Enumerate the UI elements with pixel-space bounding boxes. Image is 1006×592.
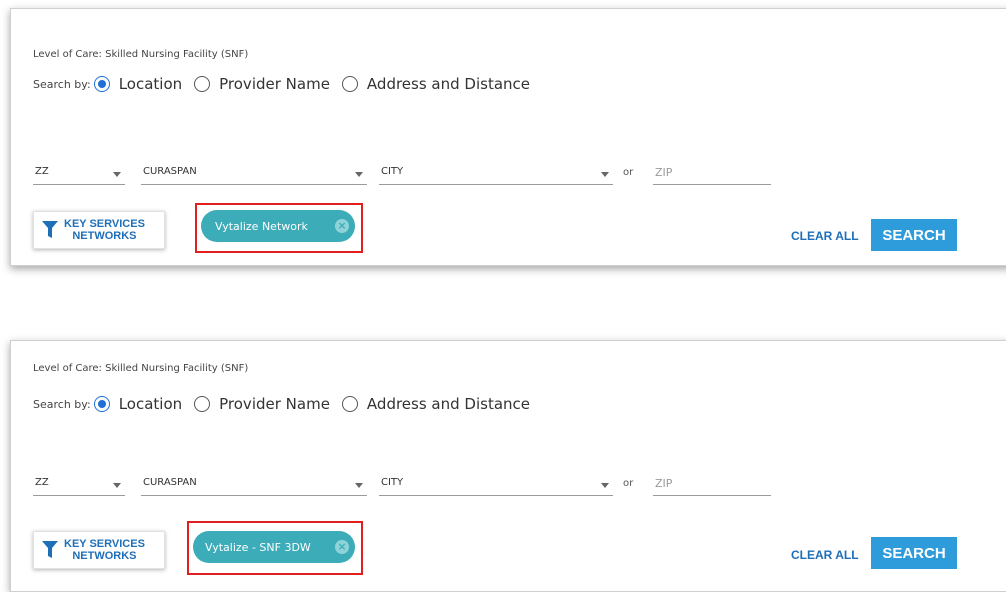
search-by-row: Search by: Location Provider Name Addres… bbox=[33, 75, 542, 93]
or-separator: or bbox=[623, 167, 634, 178]
radio-address-distance-label: Address and Distance bbox=[366, 75, 531, 93]
chevron-down-icon bbox=[601, 172, 609, 177]
zip-placeholder: ZIP bbox=[655, 166, 673, 179]
key-services-label: KEY SERVICES bbox=[64, 218, 145, 230]
search-button[interactable]: SEARCH bbox=[871, 219, 957, 251]
county-value: CURASPAN bbox=[143, 477, 197, 488]
radio-selected-icon bbox=[93, 76, 110, 92]
zip-input[interactable]: ZIP bbox=[653, 474, 771, 496]
city-value: CITY bbox=[381, 166, 404, 177]
close-icon[interactable]: × bbox=[335, 540, 349, 554]
network-filter-chip[interactable]: Vytalize - SNF 3DW × bbox=[193, 531, 355, 563]
chevron-down-icon bbox=[601, 483, 609, 488]
search-panel-bottom: Level of Care: Skilled Nursing Facility … bbox=[10, 340, 1006, 592]
networks-label: NETWORKS bbox=[72, 230, 137, 242]
radio-unselected-icon bbox=[341, 76, 358, 92]
chip-highlight-box: Vytalize - SNF 3DW × bbox=[187, 521, 363, 575]
key-services-networks-button[interactable]: KEY SERVICES NETWORKS bbox=[33, 211, 165, 249]
radio-location-label: Location bbox=[118, 395, 183, 413]
chip-label: Vytalize Network bbox=[215, 219, 308, 233]
radio-address-distance[interactable]: Address and Distance bbox=[341, 395, 531, 413]
radio-location[interactable]: Location bbox=[93, 75, 183, 93]
key-services-networks-button[interactable]: KEY SERVICES NETWORKS bbox=[33, 531, 165, 569]
search-by-label: Search by: bbox=[33, 397, 91, 411]
filter-icon bbox=[42, 221, 58, 238]
key-services-label: KEY SERVICES bbox=[64, 538, 145, 550]
or-separator: or bbox=[623, 478, 634, 489]
search-button[interactable]: SEARCH bbox=[871, 537, 957, 569]
county-select[interactable]: CURASPAN bbox=[141, 474, 367, 496]
radio-address-distance-label: Address and Distance bbox=[366, 395, 531, 413]
chip-label: Vytalize - SNF 3DW bbox=[205, 540, 311, 554]
radio-unselected-icon bbox=[194, 76, 211, 92]
chip-highlight-box: Vytalize Network × bbox=[195, 203, 363, 253]
radio-location[interactable]: Location bbox=[93, 395, 183, 413]
networks-label: NETWORKS bbox=[72, 550, 137, 562]
state-select[interactable]: ZZ bbox=[33, 163, 125, 185]
city-select[interactable]: CITY bbox=[379, 474, 613, 496]
chevron-down-icon bbox=[355, 172, 363, 177]
radio-provider-name[interactable]: Provider Name bbox=[194, 395, 330, 413]
county-select[interactable]: CURASPAN bbox=[141, 163, 367, 185]
level-of-care-text: Level of Care: Skilled Nursing Facility … bbox=[33, 363, 249, 374]
county-value: CURASPAN bbox=[143, 166, 197, 177]
radio-address-distance[interactable]: Address and Distance bbox=[341, 75, 531, 93]
search-by-label: Search by: bbox=[33, 77, 91, 91]
chevron-down-icon bbox=[113, 483, 121, 488]
state-value: ZZ bbox=[35, 477, 49, 488]
zip-input[interactable]: ZIP bbox=[653, 163, 771, 185]
search-by-row: Search by: Location Provider Name Addres… bbox=[33, 395, 542, 413]
radio-provider-name-label: Provider Name bbox=[219, 395, 330, 413]
city-select[interactable]: CITY bbox=[379, 163, 613, 185]
filter-icon bbox=[42, 541, 58, 558]
radio-unselected-icon bbox=[194, 396, 211, 412]
search-panel-top: Level of Care: Skilled Nursing Facility … bbox=[10, 8, 1006, 266]
network-filter-chip[interactable]: Vytalize Network × bbox=[201, 210, 355, 242]
radio-location-label: Location bbox=[118, 75, 183, 93]
chevron-down-icon bbox=[113, 172, 121, 177]
zip-placeholder: ZIP bbox=[655, 477, 673, 490]
radio-unselected-icon bbox=[341, 396, 358, 412]
radio-provider-name-label: Provider Name bbox=[219, 75, 330, 93]
level-of-care-text: Level of Care: Skilled Nursing Facility … bbox=[33, 49, 249, 60]
chevron-down-icon bbox=[355, 483, 363, 488]
close-icon[interactable]: × bbox=[335, 219, 349, 233]
city-value: CITY bbox=[381, 477, 404, 488]
clear-all-button[interactable]: CLEAR ALL bbox=[791, 548, 859, 562]
radio-selected-icon bbox=[93, 396, 110, 412]
state-select[interactable]: ZZ bbox=[33, 474, 125, 496]
state-value: ZZ bbox=[35, 166, 49, 177]
radio-provider-name[interactable]: Provider Name bbox=[194, 75, 330, 93]
clear-all-button[interactable]: CLEAR ALL bbox=[791, 229, 859, 243]
